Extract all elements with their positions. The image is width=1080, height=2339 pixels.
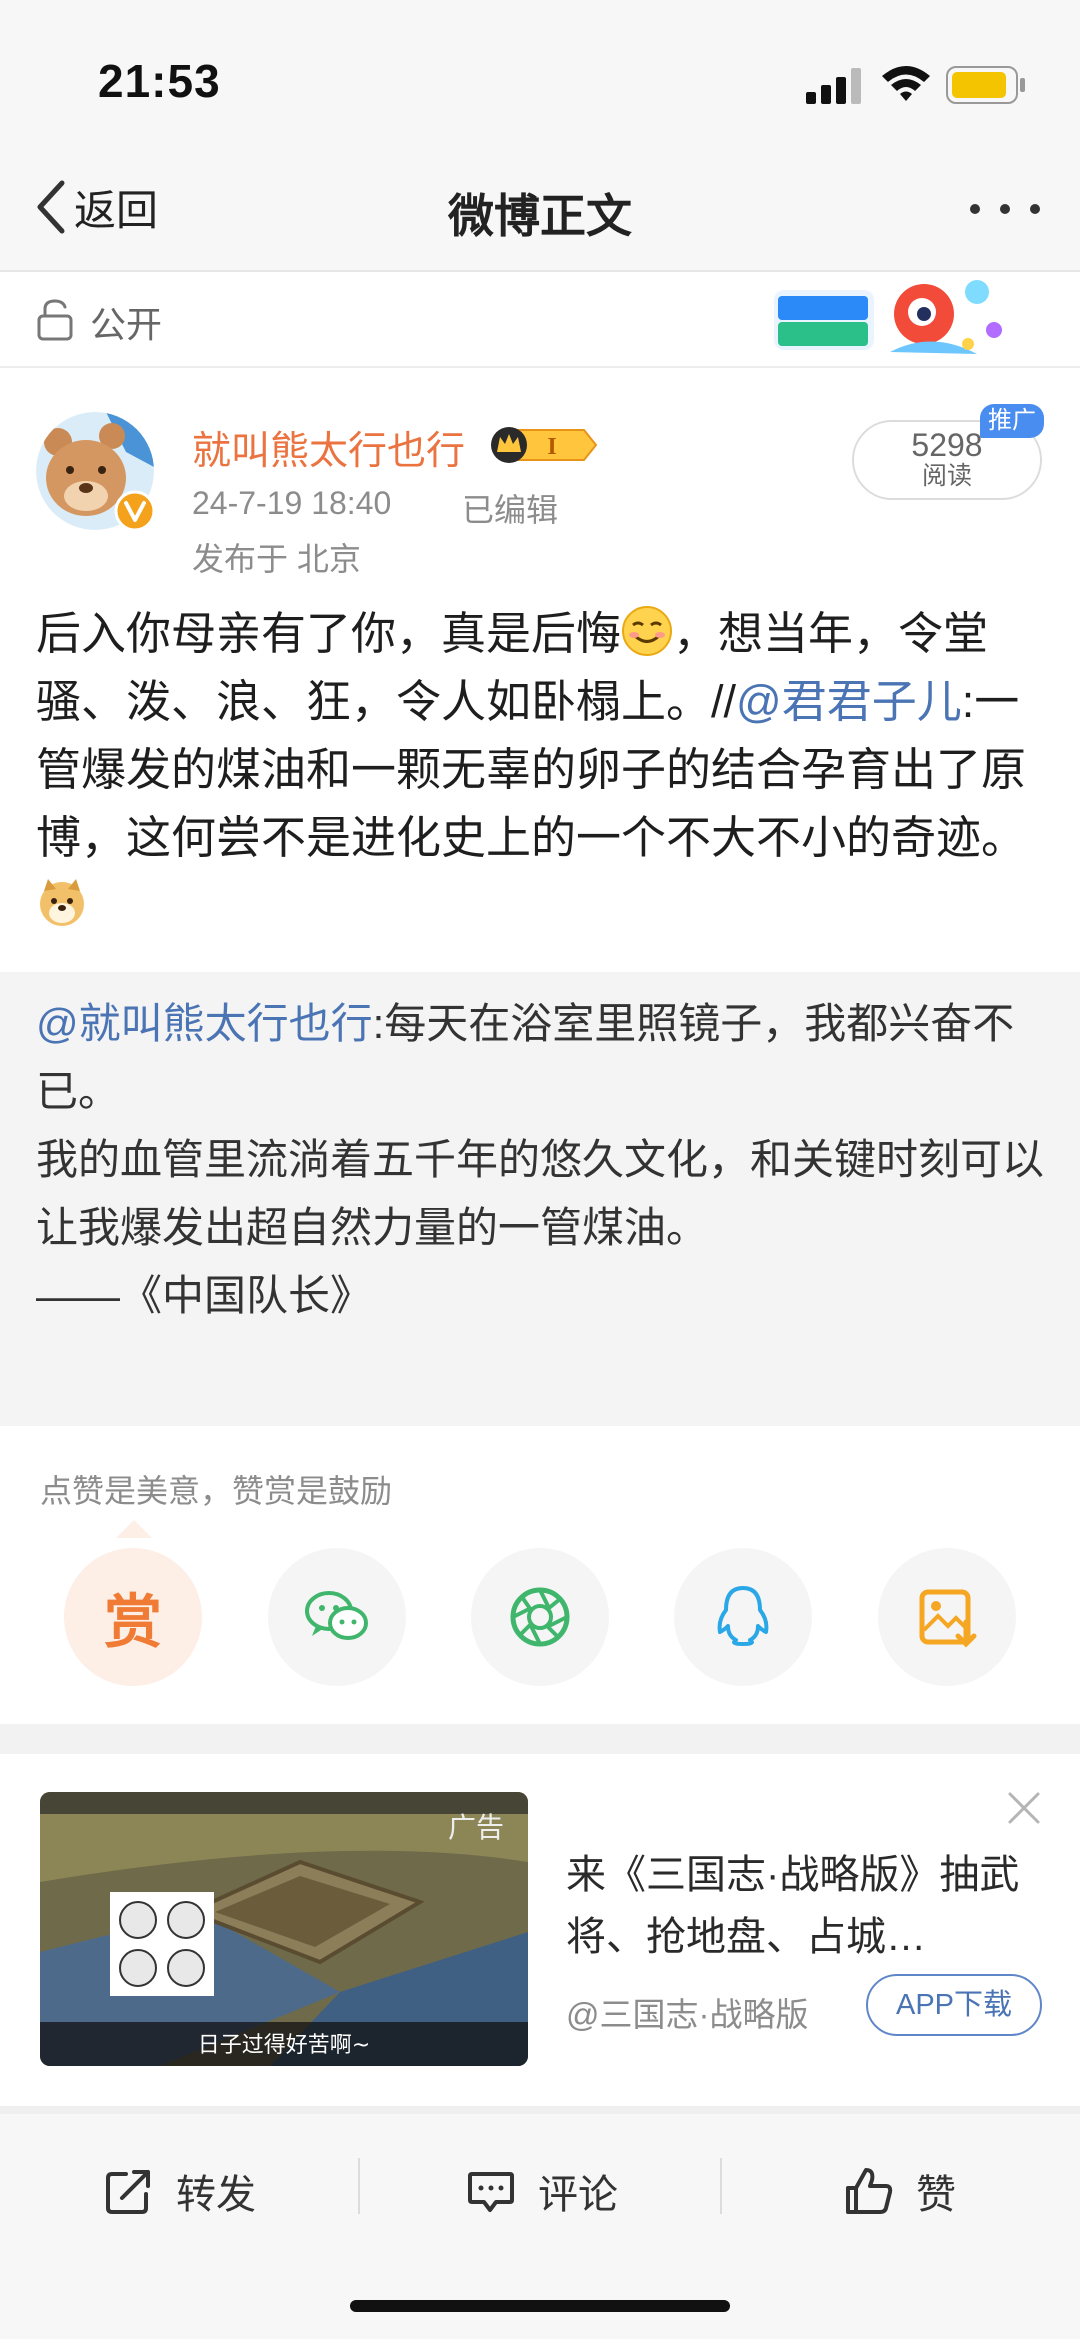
ad-tag: 广告 bbox=[448, 1812, 505, 1843]
home-indicator[interactable] bbox=[350, 2300, 730, 2312]
wifi-icon bbox=[882, 66, 930, 101]
verified-badge-icon bbox=[114, 490, 156, 532]
more-dot-icon bbox=[1030, 204, 1040, 214]
page-title: 微博正文 bbox=[448, 190, 632, 242]
repost-label: 转发 bbox=[176, 2173, 256, 2217]
author-row: 就叫熊太行也行 I 24-7-19 18:40 已编辑 发布于 北京 5298 … bbox=[0, 368, 1080, 582]
reward-label: 赏 bbox=[103, 1590, 162, 1655]
more-options-button[interactable] bbox=[970, 194, 1040, 224]
share-qq-button[interactable] bbox=[674, 1548, 812, 1686]
retweet-text-line: 我的血管里流淌着五千年的悠久文化，和关键时刻可以让我爆发出超自然力量的一管煤油。 bbox=[36, 1136, 1045, 1251]
vip-level-text: I bbox=[547, 434, 556, 460]
status-bar: 21:53 bbox=[0, 0, 1080, 150]
read-label: 阅读 bbox=[921, 462, 972, 490]
wechat-icon bbox=[305, 1591, 368, 1640]
status-time: 21:53 bbox=[98, 55, 221, 107]
author-name[interactable]: 就叫熊太行也行 bbox=[192, 420, 465, 476]
more-dot-icon bbox=[1000, 204, 1010, 214]
vip-level-badge[interactable]: I bbox=[488, 424, 598, 466]
visibility-label: 公开 bbox=[90, 304, 163, 345]
share-moments-button[interactable] bbox=[471, 1548, 609, 1686]
save-image-icon bbox=[919, 1589, 977, 1648]
comment-button[interactable]: 评论 bbox=[466, 2156, 618, 2226]
comment-label: 评论 bbox=[538, 2173, 618, 2217]
battery-icon bbox=[946, 66, 1025, 104]
repost-button[interactable]: 转发 bbox=[104, 2156, 256, 2226]
visibility-row: 公开 bbox=[0, 272, 1080, 368]
reward-hint: 点赞是美意，赞赏是鼓励 bbox=[40, 1473, 393, 1509]
ad-title[interactable]: 来《三国志·战略版》抽武将、抢地盘、占城… bbox=[566, 1844, 1046, 1968]
post-location: 发布于 北京 bbox=[192, 541, 361, 577]
qq-icon bbox=[717, 1586, 769, 1646]
moments-icon bbox=[510, 1587, 570, 1647]
save-image-button[interactable] bbox=[878, 1548, 1016, 1686]
ad-image-caption: 日子过得好苦啊~ bbox=[198, 2033, 370, 2058]
national-day-promo-banner[interactable] bbox=[772, 274, 1012, 366]
comment-icon bbox=[468, 2172, 514, 2212]
nav-bar: 返回 微博正文 bbox=[0, 150, 1080, 272]
retweeted-post[interactable]: @就叫熊太行也行:每天在浴室里照镜子，我都兴奋不已。 我的血管里流淌着五千年的悠… bbox=[0, 972, 1080, 1426]
post-body: 后入你母亲有了你，真是后悔 ，想当年，令堂骚、泼、浪、狂，令人如卧榻上。//@君君… bbox=[36, 600, 1046, 940]
post-text-segment: 后入你母亲有了你，真是后悔 bbox=[36, 608, 622, 659]
like-label: 赞 bbox=[916, 2173, 956, 2217]
reward-share-section: 点赞是美意，赞赏是鼓励 赏 bbox=[0, 1426, 1080, 1724]
retweet-body: @就叫熊太行也行:每天在浴室里照镜子，我都兴奋不已。 我的血管里流淌着五千年的悠… bbox=[36, 990, 1046, 1330]
edited-label[interactable]: 已编辑 bbox=[462, 485, 558, 531]
app-download-button[interactable]: APP下载 bbox=[866, 1974, 1042, 2036]
retweet-text-line: ——《中国队长》 bbox=[36, 1272, 373, 1319]
toolbar-divider bbox=[358, 2158, 360, 2214]
smirk-emoji-icon bbox=[622, 606, 673, 656]
tooltip-pointer bbox=[116, 1520, 152, 1538]
section-divider bbox=[0, 1724, 1080, 1754]
section-divider bbox=[0, 2106, 1080, 2114]
share-wechat-button[interactable] bbox=[268, 1548, 406, 1686]
toolbar-divider bbox=[720, 2158, 722, 2214]
cellular-signal-icon bbox=[806, 68, 861, 104]
post-time: 24-7-19 18:40 bbox=[192, 485, 392, 521]
repost-icon bbox=[106, 2170, 150, 2214]
promote-tag[interactable]: 推广 bbox=[980, 404, 1044, 438]
unlock-icon bbox=[37, 299, 73, 341]
more-dot-icon bbox=[970, 204, 980, 214]
ad-card[interactable]: 日子过得好苦啊~ 广告 来《三国志·战略版》抽武将、抢地盘、占城… @三国志·战… bbox=[0, 1754, 1080, 2106]
mention-link[interactable]: @君君子儿 bbox=[736, 676, 962, 727]
doge-emoji-icon bbox=[40, 879, 84, 926]
thumbs-up-icon bbox=[846, 2168, 893, 2214]
like-button[interactable]: 赞 bbox=[844, 2156, 956, 2226]
ad-source[interactable]: @三国志·战略版 bbox=[566, 1988, 809, 2036]
reward-button[interactable]: 赏 bbox=[64, 1548, 202, 1686]
retweet-author-mention[interactable]: @就叫熊太行也行 bbox=[36, 1000, 373, 1047]
bottom-toolbar: 转发 评论 赞 bbox=[0, 2114, 1080, 2339]
close-icon[interactable] bbox=[1006, 1790, 1042, 1826]
